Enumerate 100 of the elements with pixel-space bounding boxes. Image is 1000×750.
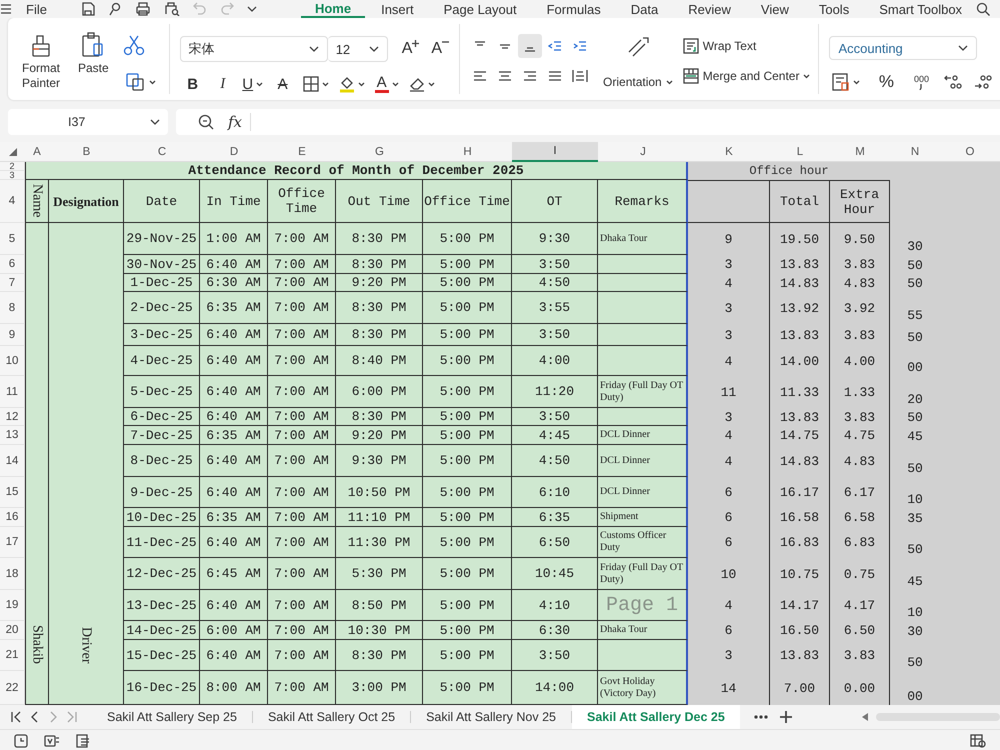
- decrease-decimal-icon[interactable]: [943, 73, 964, 91]
- previous-sheet-icon[interactable]: [30, 711, 40, 723]
- grid-icon[interactable]: [302, 76, 319, 92]
- align-right-icon[interactable]: [522, 69, 538, 83]
- search-icon[interactable]: [976, 2, 990, 16]
- table-cell: 4:50: [512, 445, 598, 477]
- print-icon[interactable]: [134, 2, 151, 16]
- column-header[interactable]: B: [49, 142, 124, 162]
- chevron-down-icon[interactable]: [958, 45, 968, 51]
- alignment-button[interactable]: [518, 34, 542, 58]
- grow-font-button[interactable]: A: [402, 40, 420, 58]
- column-header[interactable]: D: [200, 142, 268, 162]
- outline-icon[interactable]: [76, 734, 90, 748]
- menu-tab[interactable]: Page Layout: [430, 0, 531, 18]
- row-number: 13: [0, 426, 25, 445]
- column-header[interactable]: H: [423, 142, 512, 162]
- chevron-down-icon[interactable]: [246, 6, 257, 12]
- menu-tab[interactable]: Insert: [367, 0, 428, 18]
- caret-icon: [148, 80, 156, 84]
- format-painter-button[interactable]: Format Painter: [18, 32, 64, 91]
- menu-tab[interactable]: Tools: [804, 0, 864, 18]
- chevron-down-icon[interactable]: [368, 46, 379, 52]
- file-menu[interactable]: File: [26, 2, 47, 16]
- sheet-tab[interactable]: Sakil Att Sallery Dec 25: [572, 705, 740, 729]
- bucket-icon[interactable]: [338, 75, 355, 93]
- formula-field[interactable]: fx: [176, 109, 1000, 135]
- bold-button[interactable]: B: [180, 72, 206, 96]
- table-cell: 6:35 AM: [200, 508, 268, 527]
- column-header[interactable]: I: [512, 142, 598, 162]
- font-name-field[interactable]: 宋体: [180, 36, 328, 62]
- column-header[interactable]: K: [688, 142, 770, 162]
- save-icon[interactable]: [80, 2, 95, 16]
- table-cell: 6:40 AM: [200, 640, 268, 671]
- wrap-text-button[interactable]: Wrap Text: [682, 34, 810, 58]
- column-title: Office Time: [423, 180, 512, 223]
- clock-icon[interactable]: [14, 734, 28, 748]
- align-center-icon[interactable]: [497, 69, 514, 83]
- scissors-icon[interactable]: [122, 34, 145, 56]
- column-header[interactable]: N: [890, 142, 940, 162]
- column-header[interactable]: L: [770, 142, 830, 162]
- table-cell: 13-Dec-25: [124, 590, 200, 621]
- column-header[interactable]: J: [598, 142, 688, 162]
- table-icon[interactable]: [832, 73, 850, 91]
- column-header[interactable]: M: [830, 142, 890, 162]
- chevron-down-icon[interactable]: [308, 46, 319, 52]
- menu-icon[interactable]: [0, 4, 12, 14]
- column-header[interactable]: O: [940, 142, 1000, 162]
- column-header[interactable]: C: [124, 142, 200, 162]
- merge-center-button[interactable]: Merge and Center: [682, 64, 810, 88]
- italic-button[interactable]: I: [210, 72, 236, 96]
- paste-button[interactable]: Paste: [78, 32, 109, 76]
- table-cell: 7:00 AM: [268, 408, 336, 426]
- eraser-icon[interactable]: [408, 76, 425, 92]
- sheet-tab[interactable]: Sakil Att Sallery Oct 25: [252, 705, 410, 729]
- macro-icon[interactable]: [44, 734, 60, 748]
- increase-decimal-icon[interactable]: [973, 73, 994, 91]
- table-cell: 6:40 AM: [200, 590, 268, 621]
- scroll-left-icon[interactable]: [862, 713, 868, 721]
- underline-button[interactable]: U: [240, 72, 266, 96]
- menu-tab[interactable]: Review: [674, 0, 745, 18]
- comma-style-button[interactable]: 000: [909, 74, 934, 90]
- number-format-field[interactable]: Accounting: [829, 36, 978, 60]
- outdent-icon[interactable]: [547, 39, 564, 53]
- shrink-font-button[interactable]: A: [431, 40, 450, 58]
- table-cell: 8:50 PM: [336, 590, 423, 621]
- table-cell: 6:45 AM: [200, 558, 268, 590]
- menu-tab[interactable]: Smart Toolbox: [865, 0, 976, 18]
- justify-icon[interactable]: [547, 69, 564, 83]
- menu-tab[interactable]: Formulas: [532, 0, 615, 18]
- font-color-button[interactable]: A: [372, 72, 402, 96]
- align-left-icon[interactable]: [472, 69, 488, 83]
- more-icon[interactable]: [754, 715, 768, 719]
- select-all-icon[interactable]: [8, 148, 16, 156]
- menu-tab[interactable]: View: [746, 0, 803, 18]
- add-sheet-icon[interactable]: [780, 711, 792, 723]
- function-label[interactable]: fx: [228, 113, 252, 131]
- sheet-settings-icon[interactable]: [970, 734, 986, 748]
- font-size-field[interactable]: 12: [328, 36, 388, 62]
- percent-button[interactable]: %: [873, 70, 900, 94]
- column-header[interactable]: E: [268, 142, 336, 162]
- print-preview-icon[interactable]: [164, 2, 180, 16]
- distributed-icon[interactable]: [572, 69, 588, 83]
- zoom-icon[interactable]: [198, 114, 214, 130]
- table-cell: 9-Dec-25: [124, 477, 200, 508]
- indent-icon[interactable]: [572, 39, 588, 53]
- name-box[interactable]: I37: [8, 109, 168, 135]
- sheet-tab[interactable]: Sakil Att Sallery Sep 25: [92, 705, 252, 729]
- first-sheet-icon[interactable]: [10, 711, 22, 723]
- wrap-text-icon[interactable]: [682, 38, 699, 54]
- table-cell: 6:35 AM: [200, 426, 268, 445]
- orientation-button[interactable]: Orientation: [603, 70, 673, 94]
- sheet-tab[interactable]: Sakil Att Sallery Nov 25: [411, 705, 571, 729]
- copy-icon[interactable]: [126, 73, 146, 91]
- column-header[interactable]: A: [25, 142, 49, 162]
- chevron-down-icon[interactable]: [150, 119, 160, 125]
- menu-tab[interactable]: Data: [616, 0, 672, 18]
- table-cell: 5:00 PM: [423, 590, 512, 621]
- merge-icon[interactable]: [682, 68, 699, 84]
- strikethrough-button[interactable]: A: [270, 72, 296, 96]
- column-header[interactable]: G: [336, 142, 423, 162]
